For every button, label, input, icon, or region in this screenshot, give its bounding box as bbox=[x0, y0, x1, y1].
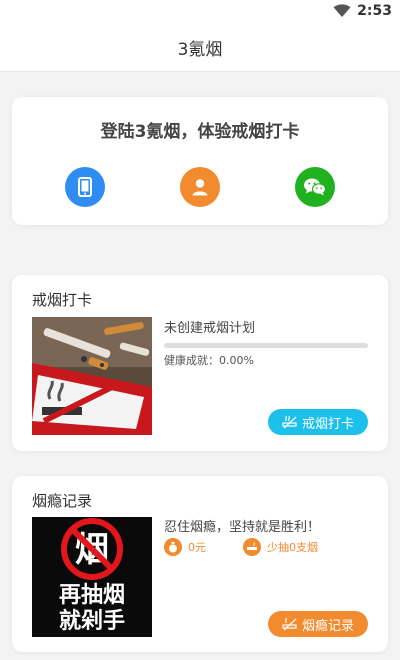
login-card: 登陆3氪烟，体验戒烟打卡 bbox=[12, 97, 388, 225]
health-value: 0.00% bbox=[219, 354, 254, 367]
quit-checkin-title: 戒烟打卡 bbox=[32, 291, 93, 309]
motto-text: 忍住烟瘾，坚持就是胜利！ bbox=[164, 520, 321, 535]
poster-line1: 再抽烟 bbox=[59, 583, 125, 608]
login-title: 登陆3氪烟，体验戒烟打卡 bbox=[100, 122, 300, 142]
account-login-button[interactable] bbox=[180, 167, 220, 207]
status-time: 2:53 bbox=[357, 3, 392, 19]
cigarette-icon bbox=[243, 538, 261, 556]
phone-icon bbox=[78, 177, 92, 197]
health-progress-bar bbox=[164, 343, 368, 348]
page-title: 3氪烟 bbox=[177, 40, 223, 60]
status-right: 2:53 bbox=[333, 3, 392, 19]
addiction-image: 烟 再抽烟 就剁手 bbox=[32, 517, 152, 637]
status-bar: 2:53 bbox=[0, 0, 400, 24]
no-smoking-illustration bbox=[32, 317, 152, 435]
cigarettes-saved-value: 少抽0支烟 bbox=[267, 541, 318, 554]
addiction-log-title: 烟瘾记录 bbox=[32, 492, 93, 510]
phone-login-button[interactable] bbox=[65, 167, 105, 207]
no-smoking-icon bbox=[282, 415, 297, 429]
addiction-log-card: 烟瘾记录 烟 再抽烟 就剁手 忍住烟瘾，坚持就是胜利！ 0元 少抽0支烟 bbox=[12, 476, 388, 652]
app-bar: 3氪烟 bbox=[0, 24, 400, 72]
money-saved: 0元 bbox=[164, 538, 206, 556]
addiction-log-button-label: 烟瘾记录 bbox=[301, 618, 354, 634]
quit-checkin-button-label: 戒烟打卡 bbox=[301, 416, 354, 432]
poster-line2: 就剁手 bbox=[59, 608, 125, 634]
quit-plan-status: 未创建戒烟计划 bbox=[164, 321, 256, 336]
money-saved-value: 0元 bbox=[188, 541, 206, 554]
cigarettes-saved: 少抽0支烟 bbox=[243, 538, 318, 556]
wechat-icon bbox=[304, 178, 327, 196]
health-label: 健康成就： bbox=[164, 354, 219, 367]
no-smoking-image bbox=[32, 317, 152, 435]
money-bag-icon bbox=[164, 538, 182, 556]
quit-checkin-card: 戒烟打卡 未创建戒烟计划 健康成就：0.00% 戒烟打卡 bbox=[12, 275, 388, 451]
addiction-log-button[interactable]: 烟瘾记录 bbox=[268, 611, 368, 637]
health-achievement: 健康成就：0.00% bbox=[164, 352, 254, 368]
user-icon bbox=[192, 179, 208, 196]
wechat-login-button[interactable] bbox=[295, 167, 335, 207]
wifi-icon bbox=[333, 4, 351, 17]
no-smoking-icon bbox=[282, 617, 297, 631]
quit-checkin-button[interactable]: 戒烟打卡 bbox=[268, 409, 368, 435]
no-smoking-poster: 烟 再抽烟 就剁手 bbox=[32, 517, 152, 637]
